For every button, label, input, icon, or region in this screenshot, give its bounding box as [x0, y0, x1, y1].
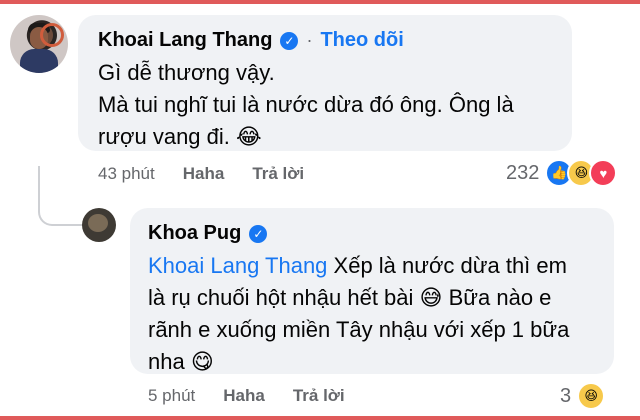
reply-bubble: Khoa Pug ✓ Khoai Lang Thang Xếp là nước … — [130, 208, 614, 374]
comment-actions: 43 phút Haha Trả lời — [98, 164, 332, 184]
comment-line: Khoai Lang Thang Xếp là nước dừa thì em — [148, 250, 569, 282]
comment-header: Khoai Lang Thang ✓ · Theo dõi — [98, 29, 404, 52]
comment-actions: 5 phút Haha Trả lời — [148, 386, 373, 406]
comment-line-text: Xếp là nước dừa thì em — [327, 253, 567, 278]
reaction-count: 232 — [506, 161, 540, 184]
haha-icon: 😆 — [577, 382, 606, 410]
sweat-smile-emoji-icon: 😅 — [419, 285, 443, 310]
verified-badge-icon: ✓ — [280, 31, 299, 50]
reaction-summary[interactable]: 232 👍 😆 ♥ — [506, 159, 618, 187]
reply-thread-line — [38, 166, 84, 226]
comment-author[interactable]: Khoa Pug — [148, 222, 241, 245]
haha-react-button[interactable]: Haha — [183, 164, 225, 184]
yum-emoji-icon: 😋 — [190, 349, 214, 374]
separator-dot: · — [306, 30, 313, 50]
comment-line: rượu vang đi. 😂 — [98, 121, 514, 153]
comment-line: Gì dễ thương vậy. — [98, 60, 275, 85]
comment-line-text: là rụ chuối hột nhậu hết bài — [148, 285, 414, 310]
love-icon: ♥ — [589, 159, 618, 187]
comment-line: là rụ chuối hột nhậu hết bài 😅 Bữa nào e — [148, 282, 569, 314]
verified-badge-icon: ✓ — [249, 224, 268, 243]
comment-line-text: Bữa nào e — [442, 285, 552, 310]
comment-line-text: rượu vang đi. — [98, 124, 230, 149]
comment-bubble: Khoai Lang Thang ✓ · Theo dõi Gì dễ thươ… — [78, 15, 572, 151]
comment-line: Mà tui nghĩ tui là nước dừa đó ông. Ông … — [98, 92, 514, 117]
reaction-summary[interactable]: 3 😆 — [560, 382, 606, 410]
comment-line: nha 😋 — [148, 346, 569, 378]
reply-button[interactable]: Trả lời — [293, 386, 345, 406]
comment-line: rãnh e xuống miền Tây nhậu với xếp 1 bữa — [148, 317, 570, 342]
bottom-border — [0, 416, 640, 420]
reaction-count: 3 — [560, 384, 572, 407]
follow-button[interactable]: Theo dõi — [320, 29, 403, 52]
timestamp[interactable]: 43 phút — [98, 164, 155, 184]
top-border — [0, 0, 640, 4]
avatar[interactable] — [10, 15, 68, 73]
timestamp[interactable]: 5 phút — [148, 386, 195, 406]
reply-button[interactable]: Trả lời — [252, 164, 304, 184]
comment-text: Gì dễ thương vậy. Mà tui nghĩ tui là nướ… — [98, 57, 514, 153]
mention-link[interactable]: Khoai Lang Thang — [148, 253, 327, 278]
comment-author[interactable]: Khoai Lang Thang — [98, 29, 272, 52]
comment-line-text: nha — [148, 349, 185, 374]
laughing-emoji-icon: 😂 — [236, 124, 262, 149]
haha-react-button[interactable]: Haha — [223, 386, 265, 406]
comment-header: Khoa Pug ✓ — [148, 222, 268, 245]
avatar[interactable] — [82, 208, 116, 242]
comment-text: Khoai Lang Thang Xếp là nước dừa thì em … — [148, 250, 569, 378]
